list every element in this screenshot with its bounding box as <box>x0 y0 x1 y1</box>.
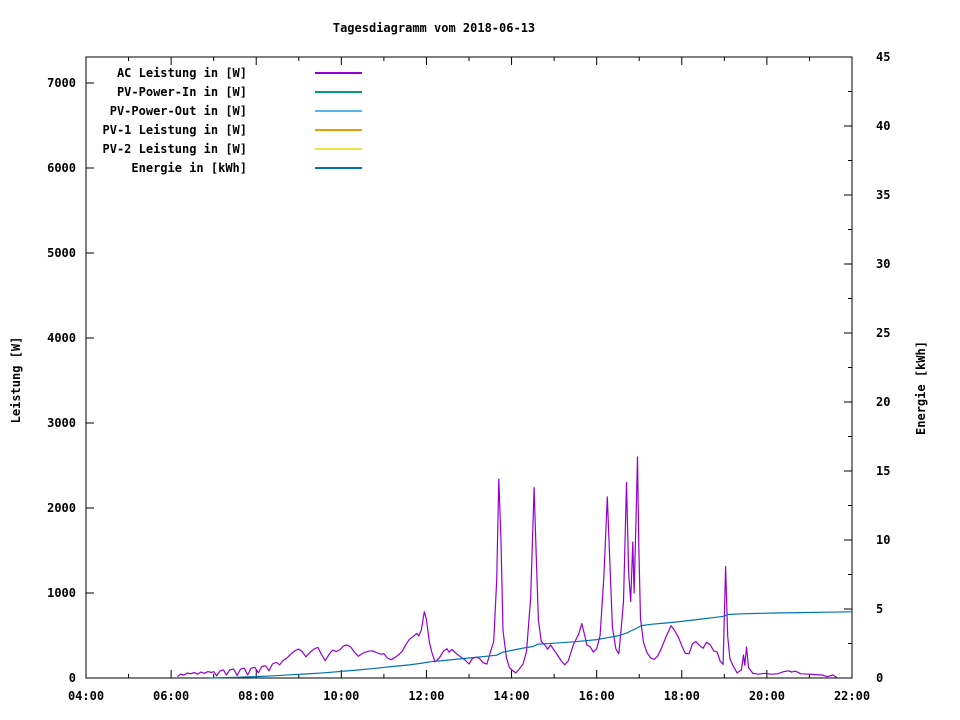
x-tick-label: 14:00 <box>493 689 529 703</box>
y-right-tick-label: 10 <box>876 533 890 547</box>
y-left-tick-label: 1000 <box>47 586 76 600</box>
x-tick-label: 04:00 <box>68 689 104 703</box>
legend-item: PV-1 Leistung in [W] <box>86 120 362 139</box>
y-left-tick-label: 0 <box>69 671 76 685</box>
legend-item: PV-2 Leistung in [W] <box>86 139 362 158</box>
legend-line-sample <box>315 109 362 112</box>
y-left-tick-label: 5000 <box>47 246 76 260</box>
legend-item-label: Energie in [kWh] <box>131 160 247 175</box>
x-tick-label: 16:00 <box>579 689 615 703</box>
x-tick-label: 06:00 <box>153 689 189 703</box>
x-tick-label: 20:00 <box>749 689 785 703</box>
x-tick-label: 22:00 <box>834 689 870 703</box>
y-right-tick-label: 0 <box>876 671 883 685</box>
y-right-tick-label: 25 <box>876 326 890 340</box>
y-left-tick-label: 7000 <box>47 76 76 90</box>
y-right-tick-label: 20 <box>876 395 890 409</box>
y-right-tick-label: 30 <box>876 257 890 271</box>
legend-line-sample <box>315 147 362 150</box>
y-right-tick-label: 15 <box>876 464 890 478</box>
legend-line-sample <box>315 90 362 93</box>
y-right-tick-label: 35 <box>876 188 890 202</box>
y-left-tick-label: 3000 <box>47 416 76 430</box>
legend-item-label: AC Leistung in [W] <box>116 65 247 80</box>
legend: AC Leistung in [W] PV-Power-In in [W] PV-P… <box>86 63 362 177</box>
x-tick-label: 08:00 <box>238 689 274 703</box>
y-right-tick-label: 40 <box>876 119 890 133</box>
legend-item-label: PV-1 Leistung in [W] <box>102 122 248 137</box>
x-tick-label: 12:00 <box>408 689 444 703</box>
series-line-energie-in-kwh <box>209 611 853 679</box>
legend-item: Energie in [kWh] <box>86 158 362 177</box>
series-line-ac-leistung-in-w <box>177 456 838 679</box>
legend-line-sample <box>315 71 362 74</box>
legend-item: PV-Power-In in [W] <box>86 82 362 101</box>
legend-item-label: PV-Power-In in [W] <box>116 84 247 99</box>
legend-item: AC Leistung in [W] <box>86 63 362 82</box>
legend-line-sample <box>315 128 362 131</box>
y-right-tick-label: 45 <box>876 50 890 64</box>
x-tick-label: 10:00 <box>323 689 359 703</box>
legend-item-label: PV-Power-Out in [W] <box>109 103 247 118</box>
x-tick-label: 18:00 <box>664 689 700 703</box>
y-left-tick-label: 4000 <box>47 331 76 345</box>
gnuplot-day-chart: Tagesdiagramm vom 2018-06-13 Leistung [W… <box>0 0 960 720</box>
y-left-tick-label: 6000 <box>47 161 76 175</box>
legend-item-label: PV-2 Leistung in [W] <box>102 141 248 156</box>
legend-line-sample <box>315 166 362 169</box>
y-left-tick-label: 2000 <box>47 501 76 515</box>
y-right-tick-label: 5 <box>876 602 883 616</box>
legend-item: PV-Power-Out in [W] <box>86 101 362 120</box>
